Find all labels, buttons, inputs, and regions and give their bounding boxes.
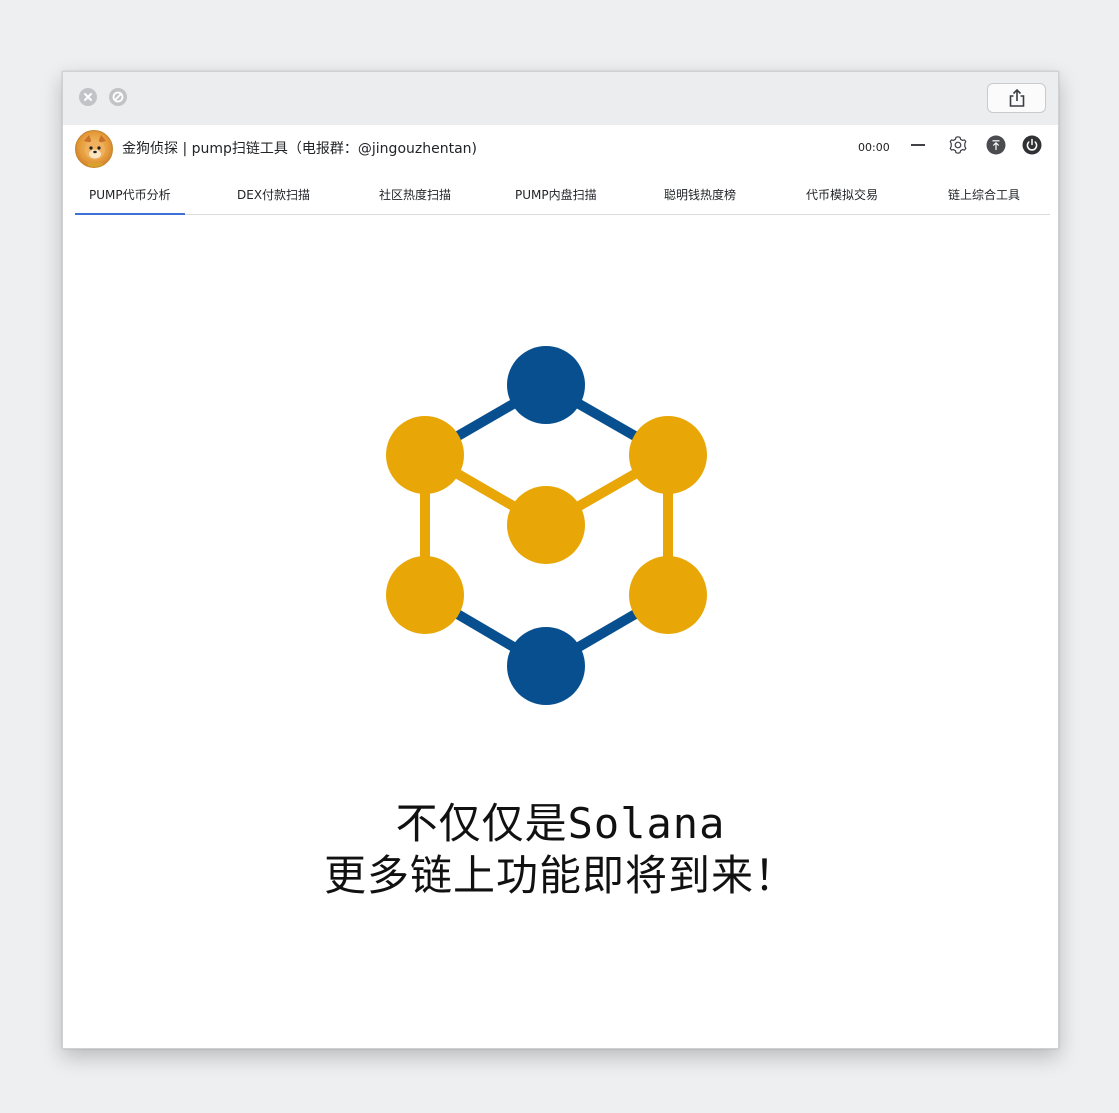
node-center <box>507 486 585 564</box>
tab-community-heat-scan[interactable]: 社区热度扫描 <box>379 186 451 203</box>
network-cube-icon <box>363 332 743 736</box>
tab-bar: PUMP代币分析 DEX付款扫描 社区热度扫描 PUMP内盘扫描 聪明钱热度榜 … <box>75 177 1050 215</box>
power-icon[interactable] <box>1022 135 1042 155</box>
tab-dex-payment-scan[interactable]: DEX付款扫描 <box>237 186 310 203</box>
window-titlebar <box>63 72 1058 125</box>
tab-smart-money-ranking[interactable]: 聪明钱热度榜 <box>664 186 736 203</box>
gear-icon[interactable] <box>948 135 968 155</box>
headline-line-2: 更多链上功能即将到来！ <box>323 851 797 900</box>
minus-icon[interactable] <box>908 135 928 155</box>
close-icon[interactable] <box>79 88 97 106</box>
node-upper-right <box>629 416 707 494</box>
node-lower-right <box>629 556 707 634</box>
node-top <box>507 346 585 424</box>
avatar <box>75 130 113 168</box>
app-title: 金狗侦探 | pump扫链工具（电报群：@jingouzhentan) <box>122 141 477 157</box>
tab-pump-inner-scan[interactable]: PUMP内盘扫描 <box>515 186 597 203</box>
disabled-icon[interactable] <box>109 88 127 106</box>
tab-onchain-tools[interactable]: 链上综合工具 <box>948 186 1020 203</box>
tab-pump-token-analysis[interactable]: PUMP代币分析 <box>75 186 185 215</box>
pin-top-icon[interactable] <box>986 135 1006 155</box>
share-button[interactable] <box>987 83 1046 113</box>
tab-token-sim-trading[interactable]: 代币模拟交易 <box>806 186 878 203</box>
node-upper-left <box>386 416 464 494</box>
node-lower-left <box>386 556 464 634</box>
node-bottom <box>507 627 585 705</box>
app-header: 金狗侦探 | pump扫链工具（电报群：@jingouzhentan) 00:0… <box>63 125 1058 177</box>
app-window: 金狗侦探 | pump扫链工具（电报群：@jingouzhentan) 00:0… <box>62 71 1059 1049</box>
timer: 00:00 <box>858 141 890 154</box>
